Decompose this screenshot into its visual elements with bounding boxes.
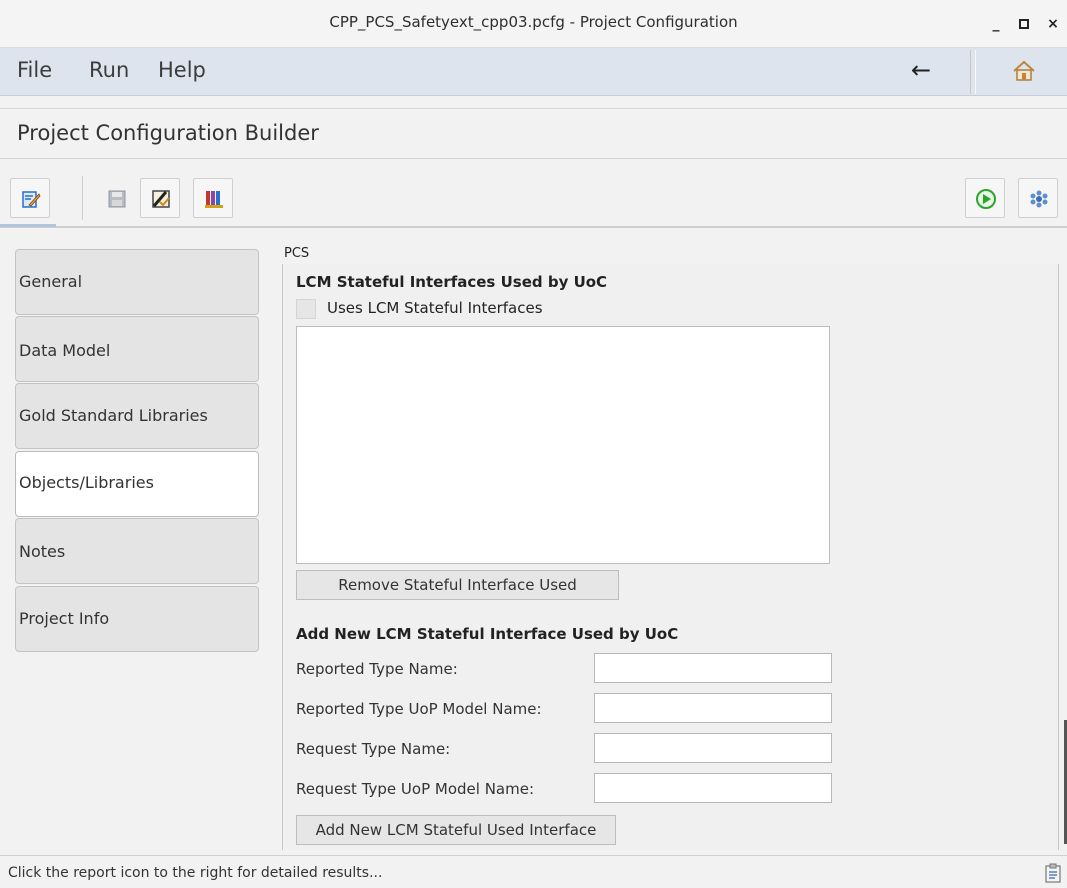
reported-type-name-label: Reported Type Name: bbox=[296, 660, 458, 678]
reported-type-uop-model-label: Reported Type UoP Model Name: bbox=[296, 700, 542, 718]
report-clipboard-icon[interactable] bbox=[1045, 863, 1061, 883]
reported-type-uop-model-input[interactable] bbox=[594, 693, 832, 723]
status-bar: Click the report icon to the right for d… bbox=[0, 855, 1067, 888]
uses-stateful-interfaces-checkbox[interactable] bbox=[296, 299, 316, 319]
active-tool-indicator bbox=[0, 224, 56, 227]
menu-file[interactable]: File bbox=[17, 58, 52, 82]
tab-notes[interactable]: Notes bbox=[15, 518, 259, 584]
tab-gold-standard-libraries[interactable]: Gold Standard Libraries bbox=[15, 383, 259, 449]
tab-label: Gold Standard Libraries bbox=[19, 406, 208, 425]
tab-project-info[interactable]: Project Info bbox=[15, 586, 259, 652]
report-books-icon bbox=[205, 191, 223, 208]
tab-objects-libraries[interactable]: Objects/Libraries bbox=[15, 451, 259, 517]
request-type-uop-model-label: Request Type UoP Model Name: bbox=[296, 780, 535, 798]
section-title: LCM Stateful Interfaces Used by UoC bbox=[296, 273, 608, 291]
toolbar-separator bbox=[82, 176, 84, 220]
maximize-button[interactable] bbox=[1014, 14, 1034, 34]
home-icon[interactable] bbox=[1012, 60, 1036, 82]
edit-config-icon bbox=[22, 191, 41, 208]
tab-data-model[interactable]: Data Model bbox=[15, 316, 259, 382]
add-section-title: Add New LCM Stateful Interface Used by U… bbox=[296, 625, 679, 643]
remove-stateful-interface-button[interactable]: Remove Stateful Interface Used bbox=[296, 570, 619, 600]
request-type-name-input[interactable] bbox=[594, 733, 832, 763]
save-icon bbox=[108, 190, 126, 208]
settings-snowflake-icon bbox=[1030, 190, 1048, 208]
request-type-name-label: Request Type Name: bbox=[296, 740, 451, 758]
menu-help[interactable]: Help bbox=[158, 58, 206, 82]
request-type-uop-model-input[interactable] bbox=[594, 773, 832, 803]
tab-label: General bbox=[19, 272, 83, 291]
window-title: CPP_PCS_Safetyext_cpp03.pcfg - Project C… bbox=[329, 13, 738, 31]
minimize-button[interactable]: _ bbox=[986, 14, 1006, 34]
add-stateful-interface-button[interactable]: Add New LCM Stateful Used Interface bbox=[296, 815, 616, 845]
title-bar: CPP_PCS_Safetyext_cpp03.pcfg - Project C… bbox=[0, 0, 1067, 48]
report-books-button[interactable] bbox=[193, 178, 233, 218]
status-text: Click the report icon to the right for d… bbox=[8, 865, 383, 881]
edit-config-button[interactable] bbox=[10, 178, 50, 218]
menu-bar: File Run Help ← bbox=[0, 48, 1067, 96]
stateful-interfaces-list[interactable] bbox=[296, 326, 830, 564]
divider bbox=[0, 158, 1067, 159]
divider bbox=[0, 108, 1067, 109]
checkbox-label: Uses LCM Stateful Interfaces bbox=[327, 299, 543, 317]
panel-label: PCS bbox=[284, 246, 310, 261]
run-button[interactable] bbox=[965, 178, 1005, 218]
menu-separator bbox=[970, 50, 976, 94]
toolbar bbox=[0, 170, 1067, 228]
run-icon bbox=[976, 189, 996, 209]
close-button[interactable]: × bbox=[1043, 14, 1063, 34]
validate-button[interactable] bbox=[140, 178, 180, 218]
save-button[interactable] bbox=[96, 178, 136, 218]
validate-icon bbox=[152, 190, 170, 208]
tab-label: Notes bbox=[19, 542, 66, 561]
back-arrow-icon[interactable]: ← bbox=[911, 56, 931, 84]
settings-button[interactable] bbox=[1018, 178, 1058, 218]
reported-type-name-input[interactable] bbox=[594, 653, 832, 683]
tab-label: Project Info bbox=[19, 609, 110, 628]
tab-label: Objects/Libraries bbox=[19, 473, 154, 492]
tab-label: Data Model bbox=[19, 341, 111, 360]
tab-general[interactable]: General bbox=[15, 249, 259, 315]
page-title: Project Configuration Builder bbox=[17, 121, 319, 145]
toolbar-border bbox=[0, 226, 1067, 228]
menu-run[interactable]: Run bbox=[89, 58, 129, 82]
